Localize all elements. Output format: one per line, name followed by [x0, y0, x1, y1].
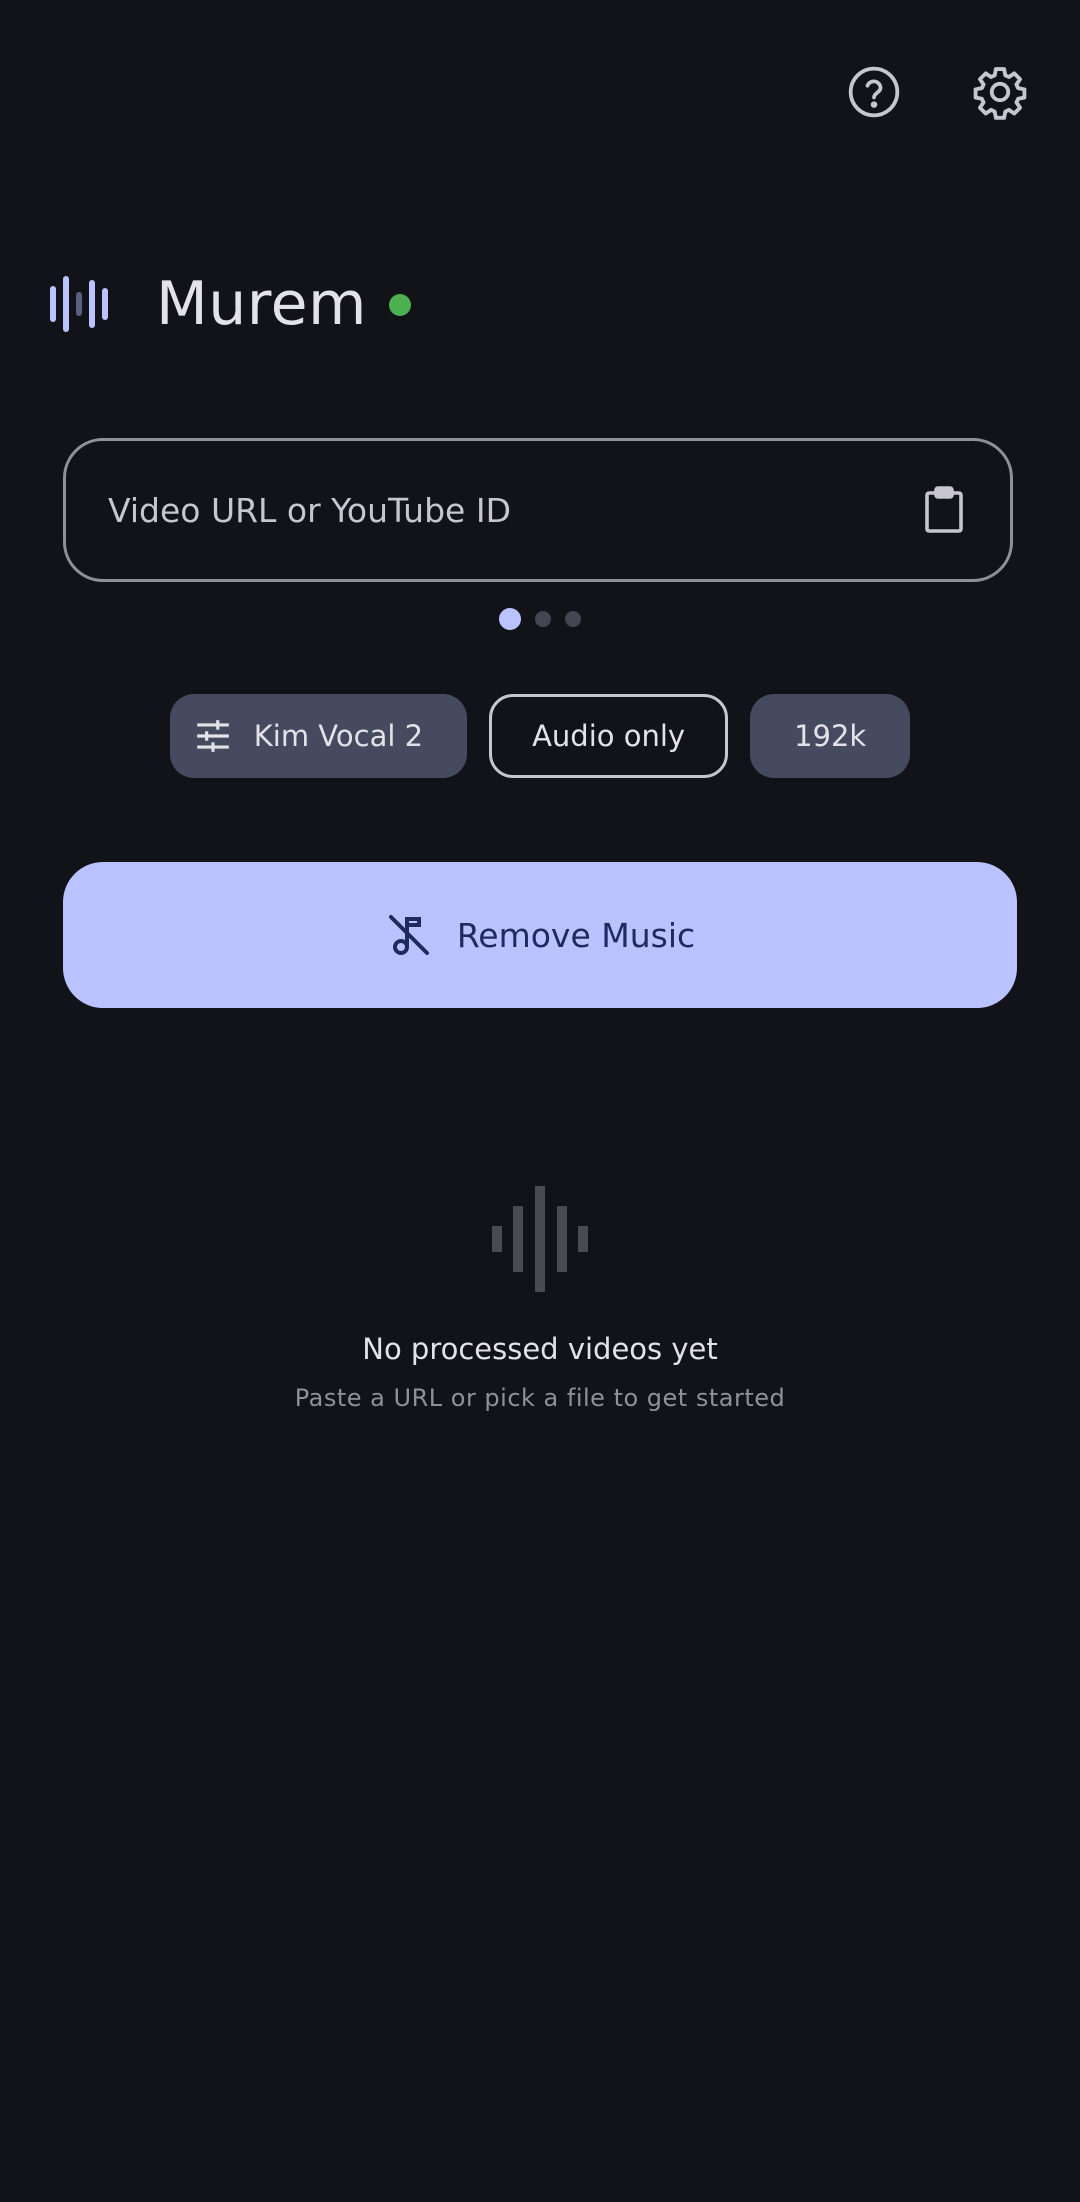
- app-title: Murem: [156, 269, 368, 339]
- audio-only-chip-label: Audio only: [532, 719, 686, 753]
- paste-button[interactable]: [916, 482, 972, 538]
- url-input[interactable]: [106, 489, 916, 531]
- url-field[interactable]: [63, 438, 1013, 582]
- waveform-icon: [492, 1186, 588, 1292]
- empty-state-subtitle: Paste a URL or pick a file to get starte…: [294, 1384, 786, 1412]
- music-off-icon: [388, 915, 429, 955]
- settings-button[interactable]: [962, 54, 1038, 130]
- option-chips: Kim Vocal 2 Audio only 192k: [0, 694, 1080, 778]
- page-dot-1[interactable]: [499, 608, 521, 630]
- model-chip-label: Kim Vocal 2: [253, 719, 424, 753]
- empty-state-title: No processed videos yet: [362, 1332, 718, 1366]
- gear-icon: [973, 67, 1027, 120]
- status-indicator: [389, 294, 412, 316]
- model-chip[interactable]: Kim Vocal 2: [169, 694, 468, 778]
- audio-only-chip[interactable]: Audio only: [489, 694, 729, 778]
- page-dot-2[interactable]: [535, 611, 551, 627]
- remove-music-label: Remove Music: [456, 915, 696, 955]
- bitrate-chip-label: 192k: [794, 719, 867, 753]
- page-dot-3[interactable]: [565, 611, 581, 627]
- help-circle-icon: [848, 66, 900, 118]
- app-screen: Murem Kim Vocal 2: [0, 0, 1080, 2202]
- waveform-logo-icon: [50, 276, 108, 332]
- empty-state: No processed videos yet Paste a URL or p…: [0, 1186, 1080, 1412]
- remove-music-button[interactable]: Remove Music: [63, 862, 1017, 1008]
- app-header: Murem: [50, 262, 412, 346]
- clipboard-icon: [925, 486, 963, 533]
- bitrate-chip[interactable]: 192k: [750, 694, 911, 778]
- page-indicator: [0, 608, 1080, 630]
- help-button[interactable]: [836, 54, 912, 130]
- tune-sliders-icon: [196, 720, 229, 752]
- top-actions: [836, 54, 1038, 130]
